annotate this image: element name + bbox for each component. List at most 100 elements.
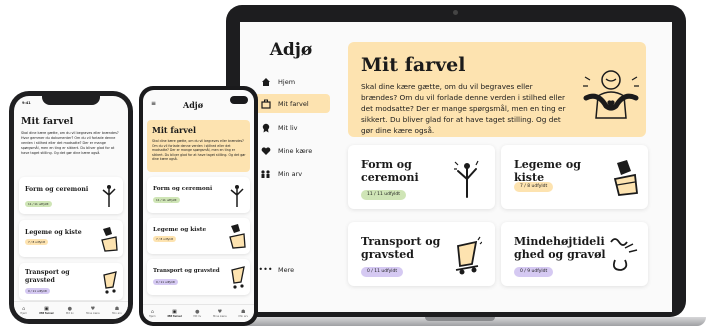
hero-text: Skal dine kære gætte, om du vil begraves… <box>361 82 566 135</box>
progress-badge: 7 / 8 udfyldt <box>25 239 48 245</box>
laptop-screen: Adjø Hjem Mit farvel Mit liv Mine kære M… <box>240 22 672 312</box>
tab-hjem[interactable]: ⌂ Hjem <box>20 306 27 315</box>
hugging-person-illustration <box>583 70 639 119</box>
main-content: Mit farvel Skal dine kære gætte, om du v… <box>348 42 668 312</box>
sidebar-item-label: Min arv <box>278 169 303 178</box>
progress-badge: 11 / 11 udfyldt <box>361 190 407 200</box>
iphone-card-form-og-ceremoni[interactable]: Form og ceremoni 11 / 11 udfyldt <box>19 177 123 214</box>
menu-icon[interactable]: ≡ <box>151 100 156 107</box>
sidebar-more-label: Mere <box>278 265 295 274</box>
tab-label: Min arv <box>238 315 249 318</box>
figure-icon <box>230 185 244 207</box>
laptop-hinge-notch <box>425 317 495 321</box>
progress-badge: 7 / 8 udfyldt <box>153 236 176 242</box>
sidebar-item-label: Mine kære <box>278 146 313 155</box>
tab-label: Hjem <box>20 312 27 315</box>
tab-label: Mit liv <box>65 312 74 315</box>
android-card-legeme-og-kiste[interactable]: Legeme og kiste 7 / 8 udfyldt <box>147 218 250 254</box>
speech-squiggle-icon <box>610 238 638 271</box>
sidebar-item-label: Mit liv <box>278 123 298 132</box>
sidebar-item-hjem[interactable]: Hjem <box>254 72 330 91</box>
card-title: Transport og gravsted <box>25 269 70 284</box>
category-card-form-og-ceremoni[interactable]: Form og ceremoni 11 / 11 udfyldt <box>348 145 495 209</box>
badge-icon <box>260 122 271 133</box>
category-card-mindehoejtidelighed-og-gravoel[interactable]: Mindehøjtidelighed og gravøl 0 / 9 udfyl… <box>501 222 648 286</box>
android-tab-bar: ⌂ Hjem ▣ Mit farvel ● Mit liv ♥ Mine kære ☗ M… <box>143 304 254 322</box>
laptop-camera <box>453 10 458 15</box>
sidebar-item-label: Mit farvel <box>278 99 309 108</box>
sidebar-item-label: Hjem <box>278 77 296 86</box>
cart-icon <box>231 266 245 289</box>
tab-label: Mit farvel <box>39 312 54 315</box>
coffin-icon <box>101 227 118 252</box>
category-card-transport-og-gravsted[interactable]: Transport og gravsted 0 / 11 udfyldt <box>348 222 495 286</box>
card-title: Mindehøjtidelighed og gravøl <box>514 235 606 261</box>
tab-label: Mit liv <box>193 315 202 318</box>
tab-label: Mine kære <box>212 315 227 318</box>
card-title: Form og ceremoni <box>25 186 89 193</box>
iphone-tab-bar: ⌂ Hjem ▣ Mit farvel ● Mit liv ♥ Mine kære ☗ M… <box>14 301 128 319</box>
progress-badge: 7 / 8 udfyldt <box>514 182 554 192</box>
card-title: Legeme og kiste <box>153 227 207 233</box>
card-title: Transport og gravsted <box>153 268 220 274</box>
sidebar-more[interactable]: ••• Mere <box>254 260 330 279</box>
house-icon <box>260 76 271 87</box>
tab-label: Mine kære <box>86 312 100 315</box>
app-logo[interactable]: Adjø <box>254 40 328 60</box>
tab-label: Mit farvel <box>167 315 182 318</box>
coffin-icon <box>229 224 246 249</box>
iphone-page-title: Mit farvel <box>21 116 74 127</box>
sidebar-item-mit-farvel[interactable]: Mit farvel <box>254 94 330 113</box>
progress-badge: 0 / 11 udfyldt <box>25 288 50 294</box>
card-title: Form og ceremoni <box>153 186 213 192</box>
figure-icon <box>454 160 479 198</box>
android-app-logo[interactable]: Adjø <box>183 100 203 110</box>
figure-icon <box>102 185 116 207</box>
android-card-transport-og-gravsted[interactable]: Transport og gravsted 0 / 11 udfyldt <box>147 259 250 295</box>
iphone-notch <box>42 96 100 105</box>
tab-mit-liv[interactable]: ● Mit liv <box>193 309 201 318</box>
status-time: 9:41 <box>22 101 31 105</box>
tab-min-arv[interactable]: ☗ Min arv <box>112 306 122 315</box>
tab-mit-farvel[interactable]: ▣ Mit farvel <box>39 306 53 315</box>
page-title: Mit farvel <box>361 54 466 76</box>
sidebar-item-mine-kaere[interactable]: Mine kære <box>254 141 330 160</box>
android-screen: ≡ Adjø Mit farvel Skal dine kære gætte, … <box>143 90 254 322</box>
tab-mit-liv[interactable]: ● Mit liv <box>66 306 74 315</box>
android-page-title: Mit farvel <box>152 125 196 135</box>
progress-badge: 0 / 9 udfyldt <box>514 267 554 277</box>
card-title: Form og ceremoni <box>361 158 419 184</box>
card-title: Legeme og kiste <box>25 229 82 236</box>
category-card-legeme-og-kiste[interactable]: Legeme og kiste 7 / 8 udfyldt <box>501 145 648 209</box>
hero-banner: Mit farvel Skal dine kære gætte, om du v… <box>348 42 646 137</box>
sidebar-item-min-arv[interactable]: Min arv <box>254 164 330 183</box>
tab-mine-kaere[interactable]: ♥ Mine kære <box>213 309 227 318</box>
suitcase-icon <box>260 98 271 109</box>
iphone-card-legeme-og-kiste[interactable]: Legeme og kiste 7 / 8 udfyldt <box>19 220 123 257</box>
tab-min-arv[interactable]: ☗ Min arv <box>238 309 248 318</box>
heart-icon <box>260 145 271 156</box>
tab-label: Min arv <box>112 312 122 315</box>
tab-mit-farvel[interactable]: ▣ Mit farvel <box>167 309 181 318</box>
progress-badge: 0 / 11 udfyldt <box>153 279 178 285</box>
coffin-icon <box>613 160 638 196</box>
tab-mine-kaere[interactable]: ♥ Mine kære <box>86 306 100 315</box>
tab-hjem[interactable]: ⌂ Hjem <box>149 309 156 318</box>
cart-icon <box>103 271 117 294</box>
family-icon <box>260 168 271 179</box>
card-title: Legeme og kiste <box>514 158 581 184</box>
tab-label: Hjem <box>148 315 156 318</box>
android-hero: Mit farvel Skal dine kære gætte, om du v… <box>147 120 250 172</box>
android-intro-text: Skal dine kære gætte, om du vil begraves… <box>152 139 246 162</box>
card-title: Transport og gravsted <box>361 235 441 261</box>
cart-icon <box>455 236 482 275</box>
android-card-form-og-ceremoni[interactable]: Form og ceremoni 11 / 11 udfyldt <box>147 177 250 213</box>
iphone-intro-text: Skal dine kære gætte, om du vil begraves… <box>21 131 119 155</box>
ellipsis-icon: ••• <box>258 264 273 274</box>
iphone-screen: 9:41 Mit farvel Skal dine kære gætte, om… <box>14 96 128 319</box>
android-camera-punch <box>230 96 248 104</box>
sidebar-item-mit-liv[interactable]: Mit liv <box>254 118 330 137</box>
progress-badge: 0 / 11 udfyldt <box>361 267 404 277</box>
iphone-card-transport-og-gravsted[interactable]: Transport og gravsted 0 / 11 udfyldt <box>19 263 123 300</box>
progress-badge: 11 / 11 udfyldt <box>25 201 52 207</box>
